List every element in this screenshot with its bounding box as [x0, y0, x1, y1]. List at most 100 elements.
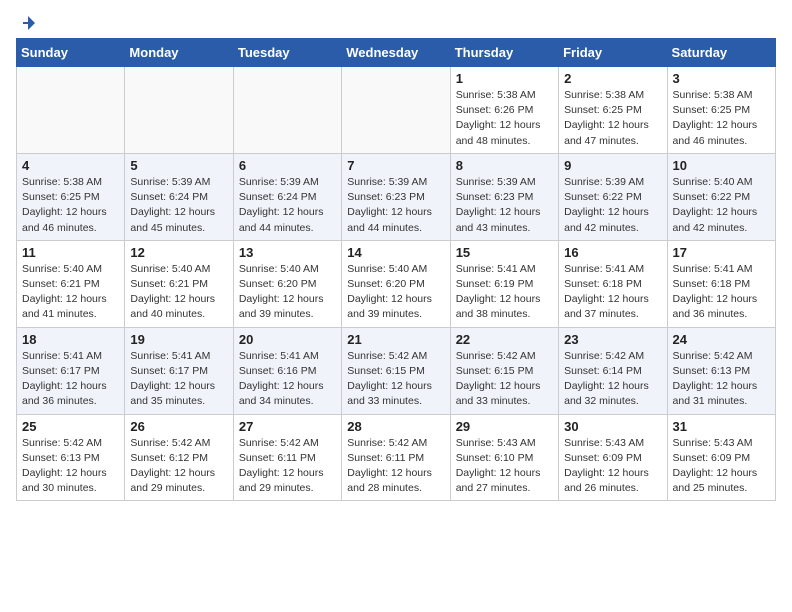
day-number: 27 [239, 419, 336, 434]
calendar-cell: 12 Sunrise: 5:40 AMSunset: 6:21 PMDayligh… [125, 240, 233, 327]
calendar-cell [233, 67, 341, 154]
calendar-cell: 24 Sunrise: 5:42 AMSunset: 6:13 PMDayligh… [667, 327, 775, 414]
day-info: Sunrise: 5:42 AMSunset: 6:11 PMDaylight:… [239, 436, 336, 497]
day-number: 4 [22, 158, 119, 173]
day-number: 15 [456, 245, 553, 260]
day-info: Sunrise: 5:42 AMSunset: 6:15 PMDaylight:… [347, 349, 444, 410]
calendar-cell: 13Sunrise: 5:40 AMSunset: 6:20 PMDayligh… [233, 240, 341, 327]
day-number: 21 [347, 332, 444, 347]
day-number: 3 [673, 71, 770, 86]
calendar-week-row: 11 Sunrise: 5:40 AMSunset: 6:21 PMDayligh… [17, 240, 776, 327]
day-info: Sunrise: 5:42 AMSunset: 6:15 PMDaylight:… [456, 349, 553, 410]
day-info: Sunrise: 5:42 AMSunset: 6:11 PMDaylight:… [347, 436, 444, 497]
day-info: Sunrise: 5:38 AMSunset: 6:25 PMDaylight:… [22, 175, 119, 236]
day-number: 6 [239, 158, 336, 173]
calendar-cell: 15 Sunrise: 5:41 AMSunset: 6:19 PMDayligh… [450, 240, 558, 327]
day-info: Sunrise: 5:38 AMSunset: 6:26 PMDaylight:… [456, 88, 553, 149]
day-number: 16 [564, 245, 661, 260]
day-header-monday: Monday [125, 39, 233, 67]
calendar-cell: 26 Sunrise: 5:42 AMSunset: 6:12 PMDayligh… [125, 414, 233, 501]
day-info: Sunrise: 5:40 AMSunset: 6:21 PMDaylight:… [22, 262, 119, 323]
day-info: Sunrise: 5:40 AMSunset: 6:21 PMDaylight:… [130, 262, 227, 323]
calendar-cell: 23 Sunrise: 5:42 AMSunset: 6:14 PMDayligh… [559, 327, 667, 414]
calendar-cell: 6 Sunrise: 5:39 AMSunset: 6:24 PMDaylight… [233, 153, 341, 240]
calendar-cell: 29 Sunrise: 5:43 AMSunset: 6:10 PMDayligh… [450, 414, 558, 501]
day-info: Sunrise: 5:39 AMSunset: 6:23 PMDaylight:… [347, 175, 444, 236]
day-number: 11 [22, 245, 119, 260]
calendar-cell: 1 Sunrise: 5:38 AMSunset: 6:26 PMDaylight… [450, 67, 558, 154]
day-number: 28 [347, 419, 444, 434]
day-number: 12 [130, 245, 227, 260]
day-header-wednesday: Wednesday [342, 39, 450, 67]
calendar-cell: 9Sunrise: 5:39 AMSunset: 6:22 PMDaylight… [559, 153, 667, 240]
calendar-cell: 31Sunrise: 5:43 AMSunset: 6:09 PMDayligh… [667, 414, 775, 501]
day-info: Sunrise: 5:42 AMSunset: 6:13 PMDaylight:… [22, 436, 119, 497]
logo-icon [19, 14, 37, 32]
header [16, 16, 776, 28]
calendar-cell: 27 Sunrise: 5:42 AMSunset: 6:11 PMDayligh… [233, 414, 341, 501]
day-header-saturday: Saturday [667, 39, 775, 67]
day-info: Sunrise: 5:41 AMSunset: 6:17 PMDaylight:… [130, 349, 227, 410]
calendar-cell [342, 67, 450, 154]
calendar-cell: 11 Sunrise: 5:40 AMSunset: 6:21 PMDayligh… [17, 240, 125, 327]
calendar-cell: 20 Sunrise: 5:41 AMSunset: 6:16 PMDayligh… [233, 327, 341, 414]
day-info: Sunrise: 5:39 AMSunset: 6:23 PMDaylight:… [456, 175, 553, 236]
day-number: 18 [22, 332, 119, 347]
day-number: 24 [673, 332, 770, 347]
calendar-cell: 28 Sunrise: 5:42 AMSunset: 6:11 PMDayligh… [342, 414, 450, 501]
calendar-cell: 19 Sunrise: 5:41 AMSunset: 6:17 PMDayligh… [125, 327, 233, 414]
calendar-week-row: 25 Sunrise: 5:42 AMSunset: 6:13 PMDayligh… [17, 414, 776, 501]
day-info: Sunrise: 5:39 AMSunset: 6:24 PMDaylight:… [239, 175, 336, 236]
day-header-thursday: Thursday [450, 39, 558, 67]
calendar-cell: 4 Sunrise: 5:38 AMSunset: 6:25 PMDaylight… [17, 153, 125, 240]
day-header-sunday: Sunday [17, 39, 125, 67]
day-number: 17 [673, 245, 770, 260]
calendar-table: SundayMondayTuesdayWednesdayThursdayFrid… [16, 38, 776, 501]
calendar-cell: 25 Sunrise: 5:42 AMSunset: 6:13 PMDayligh… [17, 414, 125, 501]
calendar-cell [17, 67, 125, 154]
calendar-cell: 30 Sunrise: 5:43 AMSunset: 6:09 PMDayligh… [559, 414, 667, 501]
day-info: Sunrise: 5:43 AMSunset: 6:10 PMDaylight:… [456, 436, 553, 497]
calendar-cell: 18 Sunrise: 5:41 AMSunset: 6:17 PMDayligh… [17, 327, 125, 414]
calendar-cell: 5 Sunrise: 5:39 AMSunset: 6:24 PMDaylight… [125, 153, 233, 240]
calendar-week-row: 4 Sunrise: 5:38 AMSunset: 6:25 PMDaylight… [17, 153, 776, 240]
calendar-week-row: 18 Sunrise: 5:41 AMSunset: 6:17 PMDayligh… [17, 327, 776, 414]
day-number: 22 [456, 332, 553, 347]
logo [16, 16, 37, 28]
day-number: 10 [673, 158, 770, 173]
day-info: Sunrise: 5:38 AMSunset: 6:25 PMDaylight:… [673, 88, 770, 149]
day-number: 25 [22, 419, 119, 434]
day-header-friday: Friday [559, 39, 667, 67]
day-info: Sunrise: 5:40 AMSunset: 6:22 PMDaylight:… [673, 175, 770, 236]
day-number: 19 [130, 332, 227, 347]
day-number: 30 [564, 419, 661, 434]
day-number: 5 [130, 158, 227, 173]
day-number: 23 [564, 332, 661, 347]
calendar-cell: 2Sunrise: 5:38 AMSunset: 6:25 PMDaylight… [559, 67, 667, 154]
day-number: 9 [564, 158, 661, 173]
day-info: Sunrise: 5:39 AMSunset: 6:24 PMDaylight:… [130, 175, 227, 236]
day-number: 20 [239, 332, 336, 347]
day-info: Sunrise: 5:41 AMSunset: 6:17 PMDaylight:… [22, 349, 119, 410]
calendar-cell: 8Sunrise: 5:39 AMSunset: 6:23 PMDaylight… [450, 153, 558, 240]
day-info: Sunrise: 5:43 AMSunset: 6:09 PMDaylight:… [564, 436, 661, 497]
day-info: Sunrise: 5:41 AMSunset: 6:16 PMDaylight:… [239, 349, 336, 410]
day-number: 13 [239, 245, 336, 260]
day-info: Sunrise: 5:41 AMSunset: 6:19 PMDaylight:… [456, 262, 553, 323]
calendar-cell: 7 Sunrise: 5:39 AMSunset: 6:23 PMDaylight… [342, 153, 450, 240]
day-number: 26 [130, 419, 227, 434]
day-info: Sunrise: 5:42 AMSunset: 6:14 PMDaylight:… [564, 349, 661, 410]
day-info: Sunrise: 5:41 AMSunset: 6:18 PMDaylight:… [673, 262, 770, 323]
day-number: 14 [347, 245, 444, 260]
day-info: Sunrise: 5:42 AMSunset: 6:13 PMDaylight:… [673, 349, 770, 410]
day-info: Sunrise: 5:42 AMSunset: 6:12 PMDaylight:… [130, 436, 227, 497]
day-number: 1 [456, 71, 553, 86]
day-number: 29 [456, 419, 553, 434]
calendar-cell: 3 Sunrise: 5:38 AMSunset: 6:25 PMDaylight… [667, 67, 775, 154]
day-info: Sunrise: 5:41 AMSunset: 6:18 PMDaylight:… [564, 262, 661, 323]
calendar-cell: 16 Sunrise: 5:41 AMSunset: 6:18 PMDayligh… [559, 240, 667, 327]
calendar-cell: 17 Sunrise: 5:41 AMSunset: 6:18 PMDayligh… [667, 240, 775, 327]
days-header-row: SundayMondayTuesdayWednesdayThursdayFrid… [17, 39, 776, 67]
day-number: 7 [347, 158, 444, 173]
day-number: 31 [673, 419, 770, 434]
